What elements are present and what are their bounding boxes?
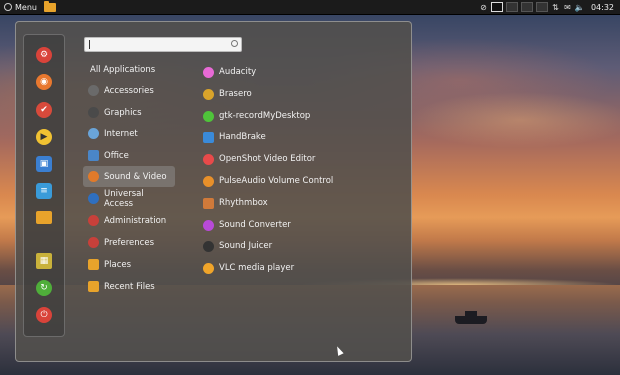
openshot-icon [203, 153, 214, 165]
category-label: Sound & Video [104, 171, 167, 182]
category-label: Internet [104, 128, 138, 139]
app-label: gtk-recordMyDesktop [219, 111, 311, 121]
volume-icon[interactable]: 🔈 [574, 3, 584, 12]
pulseaudio-icon [203, 175, 214, 187]
category-label: Administration [104, 215, 167, 226]
administration-icon [88, 215, 99, 226]
category-all-applications[interactable]: All Applications [83, 59, 175, 80]
software-manager-icon[interactable]: ✔ [36, 102, 52, 118]
internet-icon [88, 128, 99, 139]
logout-icon[interactable]: ↻ [36, 280, 52, 296]
app-handbrake[interactable]: HandBrake [203, 127, 266, 147]
network-icon[interactable]: ⇅ [551, 3, 560, 12]
app-label: Rhythmbox [219, 198, 268, 208]
category-graphics[interactable]: Graphics [83, 102, 175, 123]
menu-gear-icon [4, 3, 12, 11]
app-brasero[interactable]: Brasero [203, 84, 252, 104]
app-sound-converter[interactable]: Sound Converter [203, 215, 291, 235]
app-label: Sound Converter [219, 220, 291, 230]
vlc-icon [203, 262, 214, 274]
search-input[interactable] [84, 37, 242, 52]
app-audacity[interactable]: Audacity [203, 62, 256, 82]
lock-screen-icon[interactable]: ▦ [36, 253, 52, 269]
app-rhythmbox[interactable]: Rhythmbox [203, 193, 268, 213]
app-label: PulseAudio Volume Control [219, 176, 334, 186]
text-cursor [89, 40, 90, 49]
terminal-icon[interactable]: ▣ [36, 156, 52, 172]
universal-access-icon [88, 193, 99, 204]
app-gtk-recordmydesktop[interactable]: gtk-recordMyDesktop [203, 106, 310, 126]
favorites-bar: ⚙ ◉ ✔ ▶ ▣ ≡ ▦ ↻ ⏻ [23, 34, 65, 337]
handbrake-icon [203, 131, 214, 143]
settings-manager-icon[interactable]: ⚙ [36, 47, 52, 63]
category-label: Accessories [104, 85, 154, 96]
category-places[interactable]: Places [83, 254, 175, 275]
text-editor-icon[interactable]: ≡ [36, 183, 52, 199]
category-label: Places [104, 259, 132, 270]
top-panel: Menu ⊘ ⇅ ✉ 🔈 04:32 [0, 0, 620, 15]
menu-button[interactable]: Menu [0, 0, 41, 14]
app-label: Sound Juicer [219, 241, 273, 251]
category-administration[interactable]: Administration [83, 210, 175, 231]
app-label: HandBrake [219, 132, 266, 142]
search-icon [231, 40, 238, 47]
files-launcher-icon[interactable] [43, 0, 56, 12]
category-accessories[interactable]: Accessories [83, 80, 175, 101]
sound-video-icon [88, 171, 99, 182]
category-preferences[interactable]: Preferences [83, 232, 175, 253]
app-label: Brasero [219, 89, 252, 99]
category-office[interactable]: Office [83, 145, 175, 166]
menu-label: Menu [15, 2, 37, 12]
app-pulseaudio[interactable]: PulseAudio Volume Control [203, 171, 333, 191]
app-label: OpenShot Video Editor [219, 154, 316, 164]
category-recent-files[interactable]: Recent Files [83, 276, 175, 297]
recent-files-icon [88, 281, 99, 292]
office-icon [88, 150, 99, 161]
app-vlc[interactable]: VLC media player [203, 258, 294, 278]
category-sound-video[interactable]: Sound & Video [83, 166, 175, 187]
sound-converter-icon [203, 219, 214, 231]
category-internet[interactable]: Internet [83, 123, 175, 144]
places-icon [88, 259, 99, 270]
rhythmbox-icon [203, 197, 214, 209]
shutdown-icon[interactable]: ⏻ [36, 307, 52, 323]
category-label: Office [104, 150, 129, 161]
workspace-3[interactable] [520, 2, 533, 12]
media-player-icon[interactable]: ▶ [36, 129, 52, 145]
app-label: Audacity [219, 67, 257, 77]
workspace-2[interactable] [505, 2, 518, 12]
category-label: Recent Files [104, 281, 155, 292]
recordmydesktop-icon [203, 110, 214, 122]
application-menu: ⚙ ◉ ✔ ▶ ▣ ≡ ▦ ↻ ⏻ All Applications Acces… [15, 21, 412, 362]
category-label: All Applications [90, 64, 156, 75]
no-entry-icon[interactable]: ⊘ [479, 3, 488, 12]
brasero-icon [203, 88, 214, 100]
category-label: Universal Access [104, 188, 144, 209]
files-icon[interactable] [36, 211, 52, 224]
app-sound-juicer[interactable]: Sound Juicer [203, 236, 272, 256]
audacity-icon [203, 66, 214, 78]
accessories-icon [88, 85, 99, 96]
clock[interactable]: 04:32 [591, 3, 614, 12]
app-label: VLC media player [219, 263, 295, 273]
mail-icon[interactable]: ✉ [563, 3, 572, 12]
category-label: Graphics [104, 107, 142, 118]
category-universal-access[interactable]: Universal Access [83, 188, 175, 209]
sound-juicer-icon [203, 240, 214, 252]
graphics-icon [88, 107, 99, 118]
category-label: Preferences [104, 237, 154, 248]
firefox-icon[interactable]: ◉ [36, 74, 52, 90]
workspace-4[interactable] [535, 2, 548, 12]
app-openshot[interactable]: OpenShot Video Editor [203, 149, 315, 169]
boat-silhouette [455, 311, 487, 324]
preferences-icon [88, 237, 99, 248]
workspace-1[interactable] [490, 2, 503, 12]
system-tray: ⊘ ⇅ ✉ 🔈 04:32 [479, 2, 620, 12]
